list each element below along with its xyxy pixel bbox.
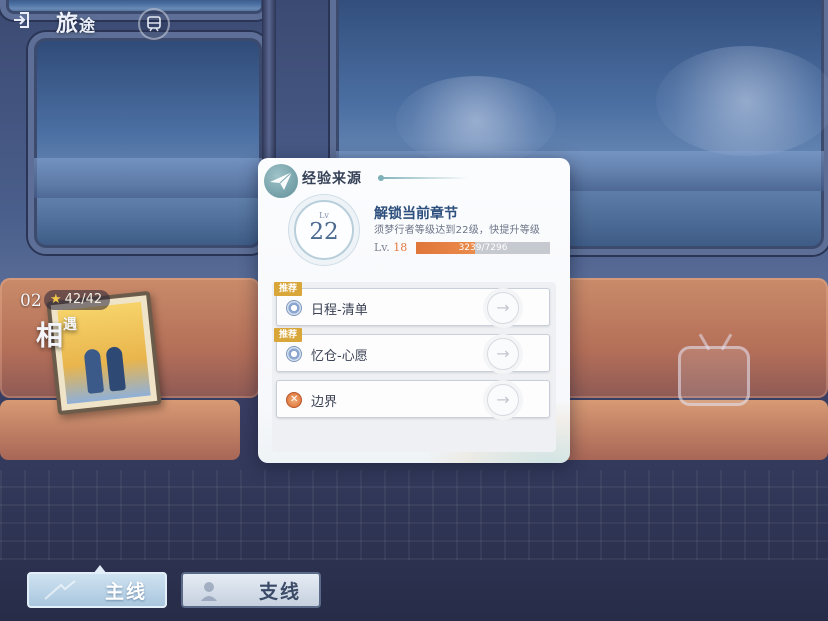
paper-plane-icon	[264, 164, 298, 198]
arrow-right-icon[interactable]: →	[487, 384, 519, 416]
required-level: 22	[309, 219, 339, 245]
recommended-tag: 推荐	[274, 282, 303, 296]
cloud	[656, 46, 828, 156]
tab-main-story[interactable]: 主线	[27, 565, 167, 608]
tab-side-story[interactable]: 支线	[181, 572, 321, 608]
stage-name-sub: 遇	[63, 317, 77, 333]
current-level: Lv. 18	[374, 241, 407, 254]
page-title-main: 旅	[56, 11, 80, 37]
required-level-badge: Lv 22	[294, 200, 354, 260]
main-story-icon	[44, 580, 76, 600]
unlock-description: 须梦行者等级达到22级，快提升等级	[374, 225, 541, 236]
exp-progress-bar: 3239/7296	[416, 242, 550, 254]
arrow-right-icon[interactable]: →	[487, 292, 519, 324]
page-title-sub: 途	[79, 16, 97, 35]
stage-name-main: 相	[36, 321, 63, 352]
source-wish-button[interactable]: 忆仓-心愿 →	[276, 334, 550, 372]
title-divider	[378, 175, 468, 181]
seat-cushion	[560, 400, 828, 460]
seat-cushion	[0, 400, 240, 460]
boundary-icon	[286, 392, 302, 408]
page-title: 旅途	[56, 6, 96, 38]
schedule-icon	[286, 300, 302, 316]
tab-side-story-label: 支线	[258, 581, 301, 603]
floor-pattern	[0, 470, 828, 560]
exp-source-panel: 经验来源 Lv 22 解锁当前章节 须梦行者等级达到22级，快提升等级 Lv. …	[258, 158, 570, 463]
stage-stars-value: 42/42	[64, 292, 103, 307]
tab-selected-marker	[93, 565, 107, 574]
stage-name[interactable]: 相遇	[36, 314, 77, 353]
current-level-value: 18	[393, 241, 408, 254]
exp-progress-text: 3239/7296	[458, 243, 508, 253]
unlock-title: 解锁当前章节	[374, 206, 458, 222]
recommended-tag: 推荐	[274, 328, 303, 342]
star-icon: ★	[50, 292, 62, 307]
train-icon[interactable]	[138, 8, 170, 40]
side-story-icon	[201, 582, 217, 601]
poster-figure	[83, 348, 105, 394]
source-schedule-button[interactable]: 日程-清单 →	[276, 288, 550, 326]
wish-icon	[286, 346, 302, 362]
panel-title: 经验来源	[302, 171, 362, 187]
source-boundary-button[interactable]: 边界 →	[276, 380, 550, 418]
upper-window	[0, 0, 270, 20]
tv-icon[interactable]	[678, 346, 750, 406]
exit-icon[interactable]	[12, 10, 34, 32]
left-window	[28, 32, 268, 254]
current-level-prefix: Lv.	[374, 241, 390, 254]
source-label: 日程-清单	[311, 303, 368, 318]
stage-star-count: ★ 42/42	[44, 290, 111, 310]
arrow-right-icon[interactable]: →	[487, 338, 519, 370]
tab-main-story-label: 主线	[104, 581, 147, 603]
poster-figure	[105, 346, 126, 392]
source-label: 边界	[311, 395, 338, 410]
stage-number: 02	[20, 291, 42, 311]
source-label: 忆仓-心愿	[311, 349, 368, 364]
sea-view	[34, 158, 262, 198]
